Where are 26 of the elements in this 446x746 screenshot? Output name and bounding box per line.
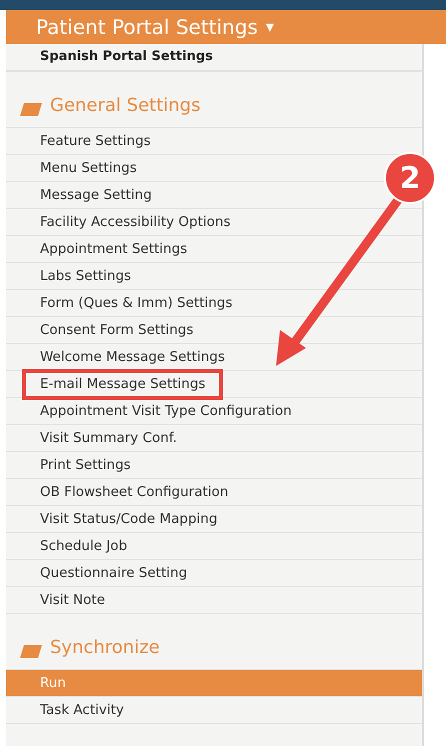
section-marker-icon bbox=[20, 645, 42, 658]
menu-item[interactable]: Visit Status/Code Mapping bbox=[24, 506, 234, 532]
menu-item[interactable]: Questionnaire Setting bbox=[24, 560, 204, 586]
menu-item[interactable]: Print Settings bbox=[24, 452, 147, 478]
menu-item[interactable]: Schedule Job bbox=[24, 532, 144, 560]
menu-item[interactable]: Form (Ques & Imm) Settings bbox=[24, 290, 248, 316]
menu-item[interactable]: Visit Summary Conf. bbox=[24, 424, 193, 452]
menu-item[interactable]: Task Activity bbox=[24, 696, 140, 724]
menu-item[interactable]: Facility Accessibility Options bbox=[24, 208, 246, 236]
menu-item[interactable]: OB Flowsheet Configuration bbox=[24, 478, 244, 506]
section-heading: General Settings bbox=[50, 94, 200, 118]
menu-item[interactable]: Visit Note bbox=[24, 586, 122, 614]
section-marker-icon bbox=[20, 103, 42, 116]
section-heading: Synchronize bbox=[50, 636, 160, 660]
menu-item[interactable]: Consent Form Settings bbox=[24, 316, 210, 344]
header-title: Patient Portal Settings bbox=[36, 14, 258, 41]
menu-item[interactable]: Welcome Message Settings bbox=[24, 344, 241, 370]
menu-item[interactable]: Labs Settings bbox=[24, 262, 148, 290]
menu-item[interactable]: Spanish Portal Settings bbox=[40, 47, 213, 67]
menu-item[interactable]: Feature Settings bbox=[24, 128, 167, 154]
menu-item[interactable]: Appointment Settings bbox=[24, 236, 204, 262]
menu-item[interactable]: Menu Settings bbox=[24, 154, 153, 182]
caret-icon: ▾ bbox=[266, 15, 274, 39]
menu-item[interactable]: E-mail Message Settings bbox=[24, 370, 222, 398]
menu-item[interactable]: Appointment Visit Type Configuration bbox=[24, 398, 308, 424]
menu-item[interactable]: Message Setting bbox=[24, 182, 168, 208]
